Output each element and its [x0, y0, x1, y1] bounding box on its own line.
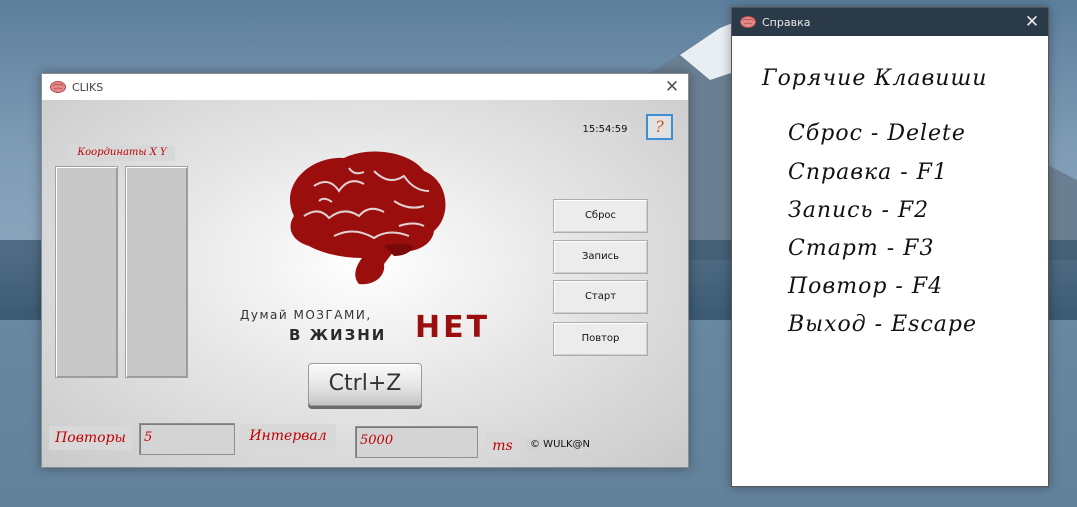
hotkey-line: Справка - F1	[788, 160, 948, 185]
hotkey-line: Повтор - F4	[788, 274, 944, 299]
interval-label: Интервал	[240, 424, 336, 448]
start-button[interactable]: Старт	[553, 280, 648, 314]
hotkey-line: Сброс - Delete	[788, 121, 966, 146]
main-client-area: 15:54:59 ? Координаты X Y Думай МОЗГАМИ,…	[42, 100, 688, 467]
brain-app-icon	[740, 16, 756, 28]
clock-display: 15:54:59	[581, 123, 629, 136]
brain-app-icon	[50, 81, 66, 93]
main-close-button[interactable]: ✕	[662, 77, 682, 97]
brain-logo	[290, 151, 446, 285]
ctrl-z-key-image: Ctrl+Z	[308, 363, 422, 406]
slogan-line-1: Думай МОЗГАМИ,	[240, 308, 372, 322]
repeats-input[interactable]: 5	[139, 423, 235, 455]
help-window: Справка ✕ Горячие Клавиши Сброс - Delete…	[731, 7, 1049, 487]
ms-label: ms	[486, 432, 519, 460]
hotkey-line: Выход - Escape	[788, 312, 977, 337]
slogan-line-2: В ЖИЗНИ	[289, 326, 387, 344]
help-titlebar[interactable]: Справка ✕	[732, 8, 1048, 36]
record-button[interactable]: Запись	[553, 240, 648, 274]
repeat-button[interactable]: Повтор	[553, 322, 648, 356]
help-body: Горячие Клавиши Сброс - Delete Справка -…	[732, 36, 1048, 486]
interval-input[interactable]: 5000	[355, 426, 478, 458]
y-coordinates-list[interactable]	[125, 166, 188, 378]
repeats-label: Повторы	[49, 426, 132, 450]
main-titlebar[interactable]: CLIKS ✕	[42, 74, 688, 100]
slogan-net: НЕТ	[415, 310, 491, 345]
help-window-title: Справка	[762, 15, 811, 29]
copyright-label: © WULK@N	[526, 438, 594, 452]
cliks-window: CLIKS ✕ 15:54:59 ? Координаты X Y Думай …	[41, 73, 689, 468]
x-coordinates-list[interactable]	[55, 166, 118, 378]
hotkey-line: Старт - F3	[788, 236, 935, 261]
help-button[interactable]: ?	[646, 114, 673, 140]
coordinates-label: Координаты X Y	[69, 145, 175, 161]
hotkeys-heading: Горячие Клавиши	[762, 66, 988, 91]
reset-button[interactable]: Сброс	[553, 199, 648, 233]
help-close-button[interactable]: ✕	[1022, 12, 1042, 32]
main-window-title: CLIKS	[72, 80, 104, 94]
hotkey-line: Запись - F2	[788, 198, 930, 223]
